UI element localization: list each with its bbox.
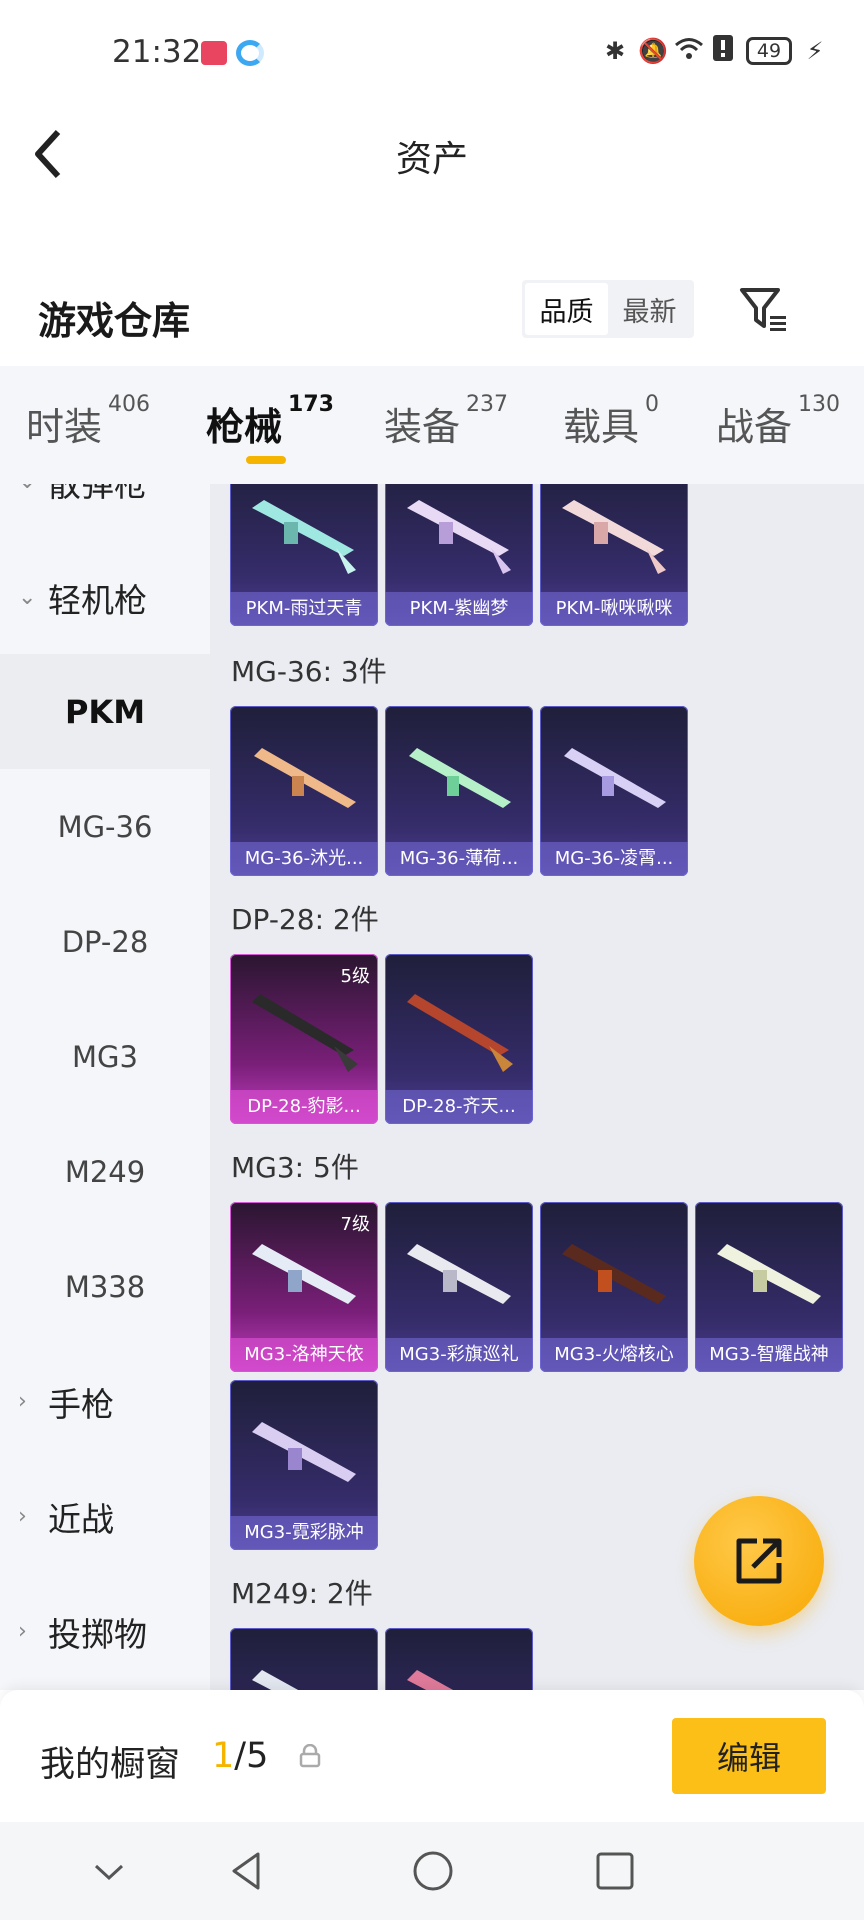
sidebar-item-lmg[interactable]: ⌄ 轻机枪 [0,540,210,655]
battery-icon: 49 [746,37,792,65]
gun-icon [254,748,356,808]
gun-icon [252,1670,299,1690]
top-app-bar: 资产 [0,104,864,204]
page-title: 资产 [395,139,468,180]
weapon-card[interactable]: 7级 MG3-洛神天依 [230,1202,378,1372]
group-label-dp28: DP-28: 2件 [231,903,379,936]
hide-nav-icon[interactable] [84,1846,134,1896]
group-label-mg3: MG3: 5件 [231,1151,359,1184]
sort-toggle: 品质 最新 [522,280,694,338]
gun-icon [564,748,666,808]
gun-icon [409,748,511,808]
status-icons: ✱ 🔕 49 ⚡ [602,34,828,68]
category-tabs: 时装406 枪械173 装备237 载具0 战备130 [0,366,864,484]
status-time: 21:32 [112,34,202,70]
sidebar-item-shotgun[interactable]: ⌄散弹枪 [0,484,210,539]
charging-icon: ⚡ [806,37,824,65]
weapon-card[interactable]: MG-36-凌霄... [540,706,688,876]
sort-newest-button[interactable]: 最新 [608,283,691,335]
showcase-label: 我的橱窗 [40,1745,181,1785]
sidebar-item-pkm[interactable]: PKM [0,654,210,769]
sidebar-item-m338[interactable]: M338 [0,1229,210,1344]
app-notification-icon [201,41,227,65]
sidebar-item-pistol[interactable]: › 手枪 [0,1344,210,1459]
weapon-card[interactable]: MG3-智耀战神 [695,1202,843,1372]
tab-firearms[interactable]: 枪械173 [206,392,334,451]
weapon-card[interactable]: MG3-火熔核心 [540,1202,688,1372]
gun-icon [407,994,513,1072]
weapon-card[interactable]: PKM-啾咪啾咪 [540,484,688,626]
gun-icon [717,1244,821,1304]
sidebar-item-throwables[interactable]: › 投掷物 [0,1574,210,1689]
tab-equipment[interactable]: 装备237 [384,392,508,451]
gun-icon [252,500,356,574]
weapon-card[interactable]: PKM-紫幽梦 [385,484,533,626]
chevron-down-icon: ⌄ [18,585,37,610]
mute-icon: 🔕 [638,37,668,65]
weapon-card[interactable]: DP-28-齐天... [385,954,533,1124]
showcase-bar: 我的橱窗 1/5 编辑 [0,1690,864,1822]
weapon-card[interactable] [385,1628,533,1690]
tab-vehicles[interactable]: 载具0 [563,392,659,451]
home-nav-icon[interactable] [408,1846,458,1896]
gun-icon [407,1670,454,1690]
gun-icon [252,1244,356,1304]
filter-icon [740,288,786,331]
chevron-down-icon: ⌄ [18,484,36,494]
sort-quality-button[interactable]: 品质 [525,283,608,335]
gun-icon [252,994,358,1072]
tab-fashion[interactable]: 时装406 [26,392,150,451]
gun-icon [407,1244,511,1304]
gun-icon [407,500,511,574]
sidebar-item-m249[interactable]: M249 [0,1114,210,1229]
recents-nav-icon[interactable] [590,1846,640,1896]
warehouse-header: 游戏仓库 品质 最新 [0,272,864,362]
bluetooth-icon: ✱ [604,37,626,65]
sidebar-item-melee[interactable]: › 近战 [0,1459,210,1574]
system-nav-bar [0,1822,864,1920]
share-icon [736,1538,782,1584]
group-label-mg36: MG-36: 3件 [231,655,387,688]
weapon-card[interactable]: 5级 DP-28-豹影... [230,954,378,1124]
weapon-card[interactable]: MG-36-沐光... [230,706,378,876]
chevron-right-icon: › [18,1389,27,1414]
edit-button[interactable]: 编辑 [672,1718,826,1794]
weapon-card[interactable] [230,1628,378,1690]
weapon-card[interactable]: MG-36-薄荷... [385,706,533,876]
group-label-m249: M249: 2件 [231,1577,373,1610]
gun-icon [252,1422,356,1482]
filter-button[interactable] [736,282,792,338]
sidebar-item-mg3[interactable]: MG3 [0,999,210,1114]
share-fab-button[interactable] [694,1496,824,1626]
active-tab-indicator [246,456,286,464]
wifi-icon [674,36,703,66]
back-nav-icon[interactable] [222,1846,272,1896]
chevron-right-icon: › [18,1504,27,1529]
gun-icon [562,500,666,574]
sidebar-item-dp28[interactable]: DP-28 [0,884,210,999]
browser-notification-icon [236,40,264,66]
warehouse-title: 游戏仓库 [38,299,191,343]
gun-icon [562,1244,666,1304]
alert-icon [710,34,736,68]
weapon-sidebar: ⌄散弹枪 ⌄轻机枪 PKM MG-36 DP-28 MG3 M249 M338 … [0,484,210,1690]
weapon-card[interactable]: MG3-彩旗巡礼 [385,1202,533,1372]
chevron-right-icon: › [18,1619,27,1644]
showcase-count: 1/5 [212,1736,269,1776]
status-bar: 21:32 ✱ 🔕 49 ⚡ [0,0,864,104]
sidebar-item-mg36[interactable]: MG-36 [0,769,210,884]
weapon-card[interactable]: PKM-雨过天青 [230,484,378,626]
weapon-card[interactable]: MG3-霓彩脉冲 [230,1380,378,1550]
tab-gear[interactable]: 战备130 [716,392,840,451]
lock-icon [299,1744,321,1768]
